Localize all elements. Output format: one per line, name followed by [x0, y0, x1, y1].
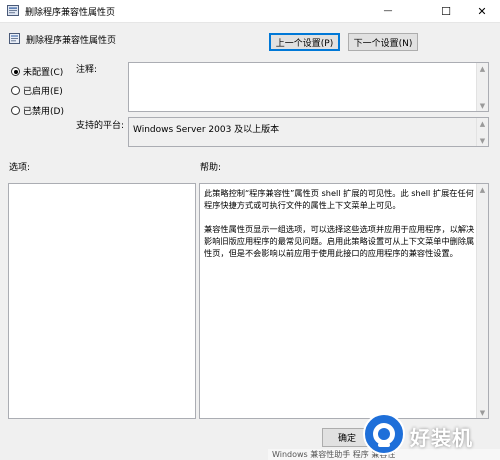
radio-label: 已禁用(D) [23, 107, 64, 117]
close-icon: ✕ [477, 4, 487, 18]
platform-value: Windows Server 2003 及以上版本 [133, 125, 280, 135]
maximize-button[interactable]: ☐ [430, 0, 462, 22]
window-title: 删除程序兼容性属性页 [25, 8, 116, 18]
comment-scrollbar[interactable]: ▲ ▼ [476, 63, 488, 111]
help-scrollbar[interactable]: ▲ ▼ [476, 184, 488, 418]
watermark-logo-icon [363, 413, 405, 455]
radio-label: 未配置(C) [23, 68, 64, 78]
policy-app-icon [7, 5, 19, 16]
setting-title: 删除程序兼容性属性页 [26, 36, 117, 46]
platform-scrollbar[interactable]: ▲ ▼ [476, 118, 488, 146]
radio-button [11, 106, 20, 115]
scroll-up-icon[interactable]: ▲ [477, 63, 488, 74]
maximize-icon: ☐ [441, 4, 451, 18]
help-paragraph: 此策略控制“程序兼容性”属性页 shell 扩展的可见性。此 shell 扩展在… [204, 188, 474, 210]
radio-disabled[interactable]: 已禁用(D) [11, 104, 64, 117]
radio-enabled[interactable]: 已启用(E) [11, 84, 63, 97]
radio-not-configured[interactable]: 未配置(C) [11, 65, 63, 78]
comment-label: 注释: [76, 65, 98, 75]
help-label: 帮助: [200, 163, 222, 173]
scroll-down-icon[interactable]: ▼ [477, 100, 488, 111]
radio-button [11, 86, 20, 95]
radio-button [11, 67, 20, 76]
help-panel: 此策略控制“程序兼容性”属性页 shell 扩展的可见性。此 shell 扩展在… [199, 183, 489, 419]
watermark: 好装机 [360, 412, 500, 460]
watermark-text: 好装机 [410, 426, 473, 450]
setting-icon [9, 33, 20, 44]
minimize-icon: — [383, 6, 393, 16]
platform-label: 支持的平台: [76, 121, 125, 131]
help-text: 此策略控制“程序兼容性”属性页 shell 扩展的可见性。此 shell 扩展在… [204, 187, 476, 271]
scroll-up-icon[interactable]: ▲ [477, 118, 488, 129]
previous-setting-button[interactable]: 上一个设置(P) [269, 33, 340, 51]
scroll-up-icon[interactable]: ▲ [477, 184, 488, 195]
title-bar: 删除程序兼容性属性页 — ☐ ✕ [0, 0, 500, 23]
platform-field: Windows Server 2003 及以上版本 ▲ ▼ [128, 117, 489, 147]
comment-textarea[interactable]: ▲ ▼ [128, 62, 489, 112]
next-setting-button[interactable]: 下一个设置(N) [348, 33, 418, 51]
options-panel [8, 183, 196, 419]
scroll-down-icon[interactable]: ▼ [477, 135, 488, 146]
radio-label: 已启用(E) [23, 87, 63, 97]
options-label: 选项: [9, 163, 31, 173]
close-button[interactable]: ✕ [466, 0, 498, 22]
help-paragraph: 兼容性属性页显示一组选项，可以选择这些选项并应用于应用程序，以解决影响旧版应用程… [204, 224, 475, 258]
minimize-button[interactable]: — [372, 0, 404, 22]
